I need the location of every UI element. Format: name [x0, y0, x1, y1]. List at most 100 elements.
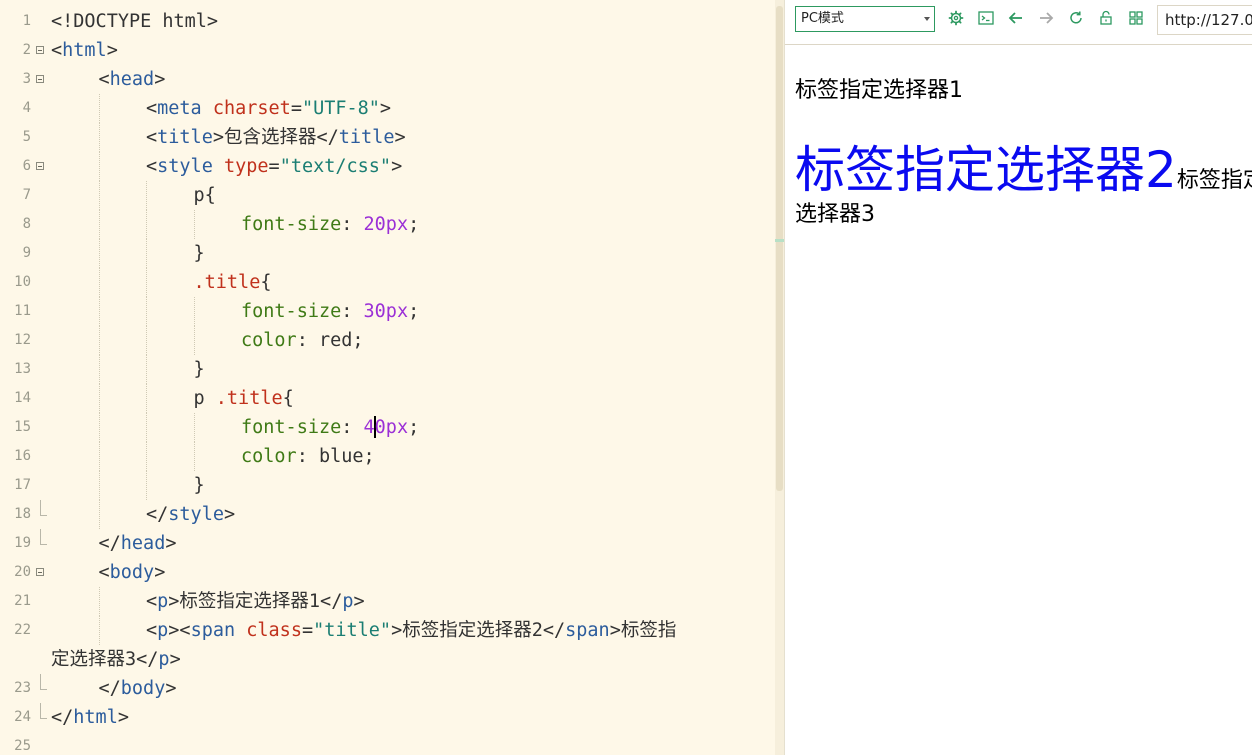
- code-token: p: [158, 649, 170, 670]
- code-line[interactable]: 8 font-size: 20px;: [0, 210, 775, 239]
- lock-icon[interactable]: [1097, 9, 1115, 27]
- code-text[interactable]: <p>标签指定选择器1</p>: [146, 587, 365, 616]
- code-token: >: [223, 504, 236, 525]
- code-text[interactable]: 定选择器3</p>: [51, 645, 181, 674]
- url-input[interactable]: http://127.0: [1157, 5, 1252, 35]
- code-line[interactable]: 17}: [0, 471, 775, 500]
- code-token: charset: [212, 98, 291, 119]
- code-token: p: [342, 591, 354, 612]
- code-token: </: [146, 504, 169, 525]
- code-line[interactable]: 10 .title{: [0, 268, 775, 297]
- back-arrow-icon[interactable]: [1007, 9, 1025, 27]
- code-line[interactable]: 4 <meta charset="UTF-8">: [0, 94, 775, 123]
- code-text[interactable]: font-size: 20px;: [241, 210, 419, 239]
- code-token: color: [241, 330, 297, 351]
- code-token: :: [341, 301, 364, 322]
- code-line[interactable]: 22 <p><span class="title">标签指定选择器2</span>…: [0, 616, 775, 645]
- code-line[interactable]: 定选择器3</p>: [0, 645, 775, 674]
- code-line[interactable]: 18 </style>: [0, 500, 775, 529]
- code-line[interactable]: 1 <!DOCTYPE html>: [0, 7, 775, 36]
- editor-scrollbar[interactable]: [775, 0, 784, 755]
- code-text[interactable]: </html>: [51, 703, 129, 732]
- indent-guide: [193, 442, 195, 471]
- code-text[interactable]: color: red;: [241, 326, 364, 355]
- fold-toggle-icon[interactable]: [36, 46, 44, 54]
- rendered-paragraph-1: 标签指定选择器1: [795, 78, 963, 103]
- code-text[interactable]: <head>: [99, 65, 166, 94]
- code-line[interactable]: 7 p{: [0, 181, 775, 210]
- code-token: </: [98, 678, 121, 699]
- code-text[interactable]: .title{: [194, 268, 272, 297]
- code-token: >: [154, 69, 166, 90]
- code-text[interactable]: }: [194, 239, 205, 268]
- code-line[interactable]: 11 font-size: 30px;: [0, 297, 775, 326]
- device-mode-select[interactable]: PC模式: [795, 6, 935, 32]
- code-token: >: [106, 40, 118, 61]
- code-line[interactable]: 14 p .title{: [0, 384, 775, 413]
- code-text[interactable]: </head>: [99, 529, 177, 558]
- code-line[interactable]: 16 color: blue;: [0, 442, 775, 471]
- line-number: 14: [14, 390, 31, 406]
- forward-arrow-icon[interactable]: [1037, 9, 1055, 27]
- code-line[interactable]: 15 font-size: 40px;: [0, 413, 775, 442]
- code-token: }: [193, 359, 205, 380]
- code-token: >: [353, 591, 365, 612]
- code-token: <: [146, 98, 158, 119]
- code-text[interactable]: p .title{: [194, 384, 294, 413]
- rendered-paragraph-2-tail: 标签指定: [1176, 168, 1252, 193]
- fold-toggle-icon[interactable]: [36, 568, 44, 576]
- settings-icon[interactable]: [947, 9, 965, 27]
- code-token: <: [146, 127, 158, 148]
- code-line[interactable]: 24 </html>: [0, 703, 775, 732]
- preview-toolbar: PC模式 http://127.0: [785, 0, 1252, 45]
- code-line[interactable]: 5 <title>包含选择器</title>: [0, 123, 775, 152]
- code-line[interactable]: 21 <p>标签指定选择器1</p>: [0, 587, 775, 616]
- code-text[interactable]: color: blue;: [241, 442, 375, 471]
- code-line[interactable]: 25: [0, 732, 775, 755]
- code-text[interactable]: <title>包含选择器</title>: [146, 123, 406, 152]
- code-text[interactable]: </style>: [146, 500, 235, 529]
- indent-guide: [98, 442, 100, 471]
- refresh-icon[interactable]: [1067, 9, 1085, 27]
- code-text[interactable]: }: [194, 471, 205, 500]
- code-text[interactable]: font-size: 40px;: [241, 413, 419, 442]
- code-text[interactable]: <style type="text/css">: [146, 152, 402, 181]
- code-line[interactable]: 6 <style type="text/css">: [0, 152, 775, 181]
- code-editor[interactable]: 1 <!DOCTYPE html> 2 <html> 3 <head> 4 <meta cha…: [0, 0, 775, 755]
- code-text[interactable]: <meta charset="UTF-8">: [146, 94, 391, 123]
- indent-guide: [193, 297, 195, 326]
- code-text[interactable]: }: [194, 355, 205, 384]
- code-token: =: [301, 620, 314, 641]
- code-text[interactable]: <body>: [99, 558, 166, 587]
- code-token: p: [157, 620, 169, 641]
- code-line[interactable]: 19 </head>: [0, 529, 775, 558]
- code-line[interactable]: 9}: [0, 239, 775, 268]
- code-token: html: [73, 707, 118, 728]
- code-text[interactable]: <p><span class="title">标签指定选择器2</span>标签…: [146, 616, 676, 645]
- indent-guide: [146, 384, 147, 413]
- code-token: >: [394, 127, 406, 148]
- code-text[interactable]: <!DOCTYPE html>: [51, 7, 218, 36]
- code-text[interactable]: font-size: 30px;: [241, 297, 419, 326]
- code-token: font-size: [241, 417, 342, 438]
- code-line[interactable]: 20 <body>: [0, 558, 775, 587]
- indent-guide: [146, 471, 147, 500]
- indent-guide: [98, 297, 100, 326]
- code-text[interactable]: <html>: [51, 36, 118, 65]
- code-token: >: [391, 156, 403, 177]
- code-line[interactable]: 13}: [0, 355, 775, 384]
- grid-icon[interactable]: [1127, 9, 1145, 27]
- fold-toggle-icon[interactable]: [36, 75, 44, 83]
- fold-toggle-icon[interactable]: [36, 162, 44, 170]
- code-line[interactable]: 12 color: red;: [0, 326, 775, 355]
- editor-scrollbar-thumb[interactable]: [776, 6, 783, 491]
- code-text[interactable]: </body>: [99, 674, 177, 703]
- console-icon[interactable]: [977, 9, 995, 27]
- indent-guide: [146, 442, 147, 471]
- code-line[interactable]: 3 <head>: [0, 65, 775, 94]
- code-line[interactable]: 2 <html>: [0, 36, 775, 65]
- code-line[interactable]: 23 </body>: [0, 674, 775, 703]
- code-text[interactable]: p{: [194, 181, 216, 210]
- code-token: span: [565, 620, 610, 641]
- indent-guide: [146, 326, 147, 355]
